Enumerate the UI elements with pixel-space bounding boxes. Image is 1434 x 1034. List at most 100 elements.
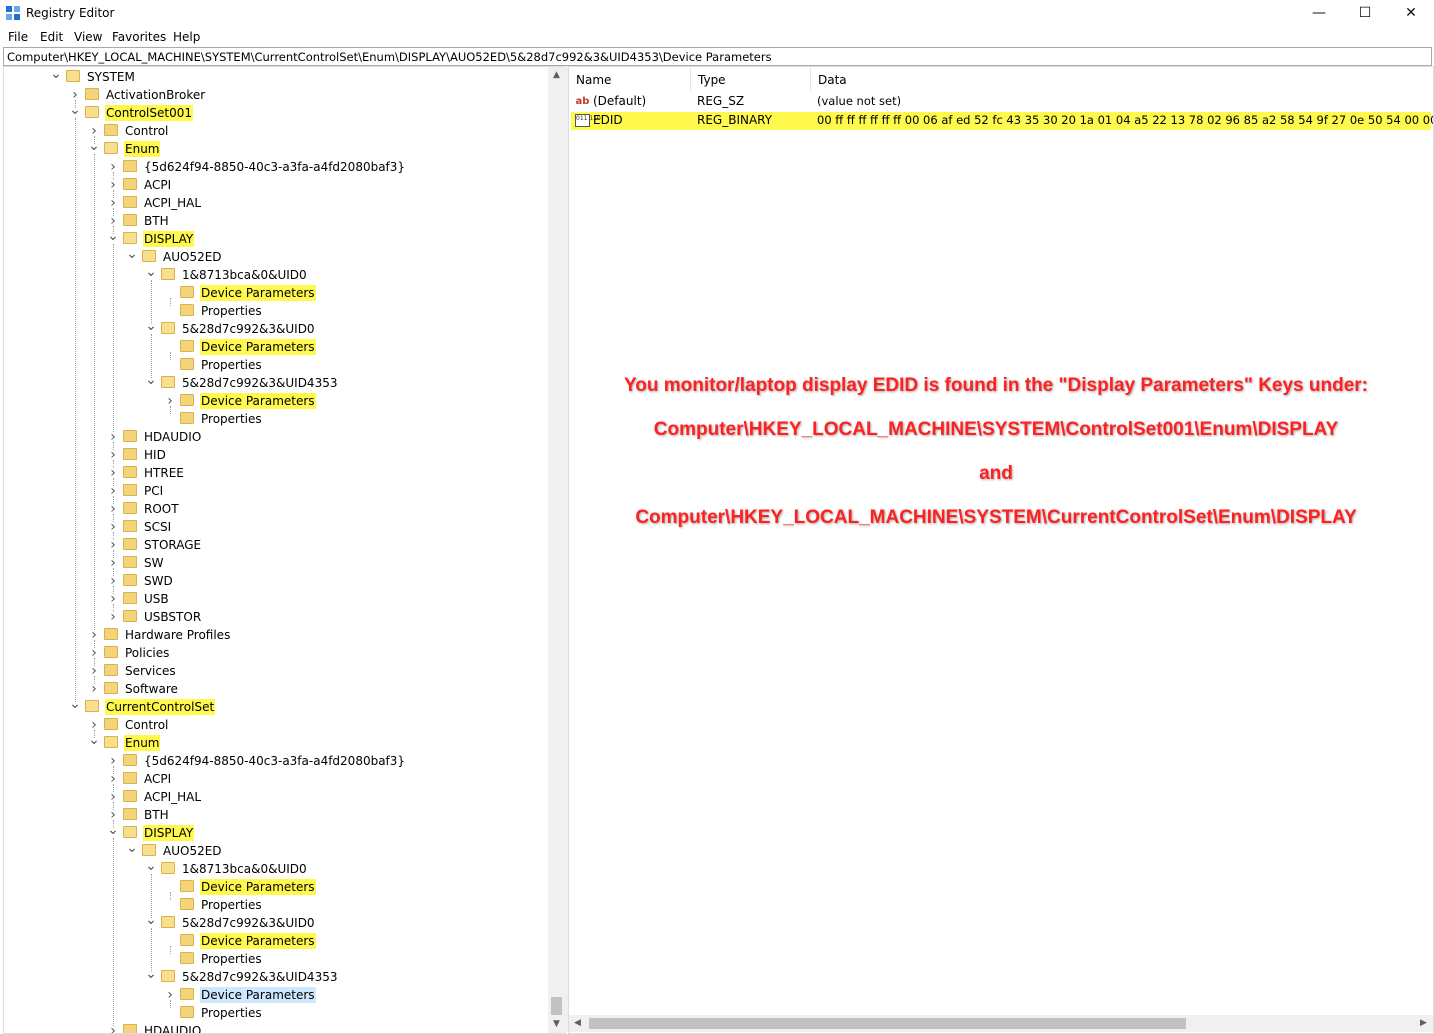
tree-node-label[interactable]: Properties — [200, 411, 263, 427]
chevron-right-icon[interactable]: › — [107, 447, 119, 463]
tree-node-label[interactable]: 1&8713bca&0&UID0 — [181, 861, 308, 877]
tree-node-label[interactable]: Device Parameters — [200, 879, 316, 895]
tree-node-label[interactable]: Device Parameters — [200, 285, 316, 301]
chevron-right-icon[interactable]: › — [88, 645, 100, 661]
chevron-down-icon[interactable]: ⌄ — [69, 103, 81, 121]
column-header-type[interactable]: Type — [691, 67, 811, 91]
tree-node-label[interactable]: 5&28d7c992&3&UID0 — [181, 321, 316, 337]
tree-node-label[interactable]: Policies — [124, 645, 170, 661]
tree-node-label[interactable]: BTH — [143, 213, 170, 229]
tree-node-label[interactable]: ControlSet001 — [105, 105, 193, 121]
tree-node-label[interactable]: HDAUDIO — [143, 1023, 202, 1033]
chevron-right-icon[interactable]: › — [107, 1023, 119, 1033]
tree-node-label[interactable]: Properties — [200, 357, 263, 373]
tree-node-label[interactable]: Device Parameters — [200, 393, 316, 409]
chevron-right-icon[interactable]: › — [107, 573, 119, 589]
chevron-down-icon[interactable]: ⌄ — [145, 319, 157, 337]
chevron-down-icon[interactable]: ⌄ — [145, 967, 157, 985]
scroll-down-arrow-icon[interactable]: ▼ — [548, 1016, 565, 1033]
chevron-right-icon[interactable]: › — [164, 987, 176, 1003]
menu-edit[interactable]: Edit — [40, 30, 63, 44]
tree-node-label[interactable]: 1&8713bca&0&UID0 — [181, 267, 308, 283]
chevron-right-icon[interactable]: › — [107, 177, 119, 193]
chevron-right-icon[interactable]: › — [107, 771, 119, 787]
chevron-right-icon[interactable]: › — [88, 123, 100, 139]
tree-node-label[interactable]: SW — [143, 555, 164, 571]
tree-node-label[interactable]: Device Parameters — [200, 933, 316, 949]
values-scrollbar-thumb[interactable] — [589, 1018, 1186, 1029]
tree-node-label[interactable]: Properties — [200, 897, 263, 913]
tree-node-label[interactable]: HTREE — [143, 465, 185, 481]
tree-node-label[interactable]: Software — [124, 681, 179, 697]
chevron-right-icon[interactable]: › — [107, 213, 119, 229]
tree-node-label[interactable]: Properties — [200, 1005, 263, 1021]
menu-view[interactable]: View — [74, 30, 102, 44]
chevron-right-icon[interactable]: › — [107, 555, 119, 571]
value-row[interactable]: 011 110 EDID REG_BINARY 00 ff ff ff ff ff f… — [571, 112, 1433, 130]
chevron-right-icon[interactable]: › — [164, 393, 176, 409]
chevron-right-icon[interactable]: › — [107, 609, 119, 625]
tree-node-label[interactable]: Control — [124, 123, 169, 139]
tree-node-label[interactable]: HID — [143, 447, 167, 463]
tree-node-label[interactable]: AUO52ED — [162, 249, 223, 265]
scroll-left-arrow-icon[interactable]: ◀ — [569, 1015, 586, 1032]
chevron-right-icon[interactable]: › — [107, 807, 119, 823]
column-header-data[interactable]: Data — [811, 67, 1433, 91]
tree-node-label[interactable]: {5d624f94-8850-40c3-a3fa-a4fd2080baf3} — [143, 753, 406, 769]
chevron-down-icon[interactable]: ⌄ — [107, 229, 119, 247]
tree-node-label[interactable]: ACPI — [143, 771, 172, 787]
chevron-down-icon[interactable]: ⌄ — [88, 139, 100, 157]
chevron-down-icon[interactable]: ⌄ — [69, 697, 81, 715]
tree-node-label[interactable]: PCI — [143, 483, 164, 499]
tree-node-label[interactable]: Device Parameters — [200, 987, 316, 1003]
tree-node-label[interactable]: AUO52ED — [162, 843, 223, 859]
chevron-down-icon[interactable]: ⌄ — [145, 265, 157, 283]
menu-favorites[interactable]: Favorites — [112, 30, 166, 44]
chevron-right-icon[interactable]: › — [107, 429, 119, 445]
column-header-name[interactable]: Name — [569, 67, 691, 91]
tree-node-label[interactable]: ACPI_HAL — [143, 195, 202, 211]
chevron-right-icon[interactable]: › — [88, 627, 100, 643]
tree-node-label[interactable]: Enum — [124, 735, 161, 751]
tree-node-label[interactable]: SCSI — [143, 519, 172, 535]
tree-node-label[interactable]: USBSTOR — [143, 609, 202, 625]
tree-vertical-scrollbar[interactable]: ▲ ▼ — [548, 67, 565, 1033]
address-bar[interactable]: Computer\HKEY_LOCAL_MACHINE\SYSTEM\Curre… — [3, 47, 1432, 66]
chevron-down-icon[interactable]: ⌄ — [50, 67, 62, 85]
tree-node-label[interactable]: HDAUDIO — [143, 429, 202, 445]
tree-node-label[interactable]: ROOT — [143, 501, 180, 517]
values-horizontal-scrollbar[interactable]: ◀ ▶ — [569, 1015, 1433, 1032]
chevron-right-icon[interactable]: › — [107, 537, 119, 553]
chevron-right-icon[interactable]: › — [88, 663, 100, 679]
tree-node-label[interactable]: BTH — [143, 807, 170, 823]
tree-node-label[interactable]: Hardware Profiles — [124, 627, 231, 643]
tree-node-label[interactable]: Properties — [200, 951, 263, 967]
tree-node-label[interactable]: USB — [143, 591, 170, 607]
tree-node-label[interactable]: Device Parameters — [200, 339, 316, 355]
value-row[interactable]: ab (Default) REG_SZ (value not set) — [571, 93, 1431, 111]
chevron-right-icon[interactable]: › — [107, 591, 119, 607]
chevron-down-icon[interactable]: ⌄ — [145, 859, 157, 877]
chevron-down-icon[interactable]: ⌄ — [126, 841, 138, 859]
tree-node-label[interactable]: SYSTEM — [86, 69, 136, 85]
menu-file[interactable]: File — [8, 30, 28, 44]
tree-node-label[interactable]: SWD — [143, 573, 174, 589]
scroll-up-arrow-icon[interactable]: ▲ — [548, 67, 565, 84]
maximize-button[interactable]: ☐ — [1342, 0, 1388, 27]
close-button[interactable]: ✕ — [1388, 0, 1434, 27]
chevron-down-icon[interactable]: ⌄ — [107, 823, 119, 841]
tree-node-label[interactable]: STORAGE — [143, 537, 202, 553]
tree-node-label[interactable]: ActivationBroker — [105, 87, 206, 103]
chevron-right-icon[interactable]: › — [88, 681, 100, 697]
tree-node-label[interactable]: Enum — [124, 141, 161, 157]
tree-node-label[interactable]: DISPLAY — [143, 231, 195, 247]
tree-scrollbar-thumb[interactable] — [551, 997, 562, 1015]
address-path[interactable]: Computer\HKEY_LOCAL_MACHINE\SYSTEM\Curre… — [7, 50, 772, 64]
tree-node-label[interactable]: Properties — [200, 303, 263, 319]
chevron-right-icon[interactable]: › — [107, 501, 119, 517]
chevron-right-icon[interactable]: › — [107, 465, 119, 481]
chevron-right-icon[interactable]: › — [107, 753, 119, 769]
tree-node-label[interactable]: Control — [124, 717, 169, 733]
tree-node-label[interactable]: {5d624f94-8850-40c3-a3fa-a4fd2080baf3} — [143, 159, 406, 175]
tree-node-label[interactable]: Services — [124, 663, 177, 679]
